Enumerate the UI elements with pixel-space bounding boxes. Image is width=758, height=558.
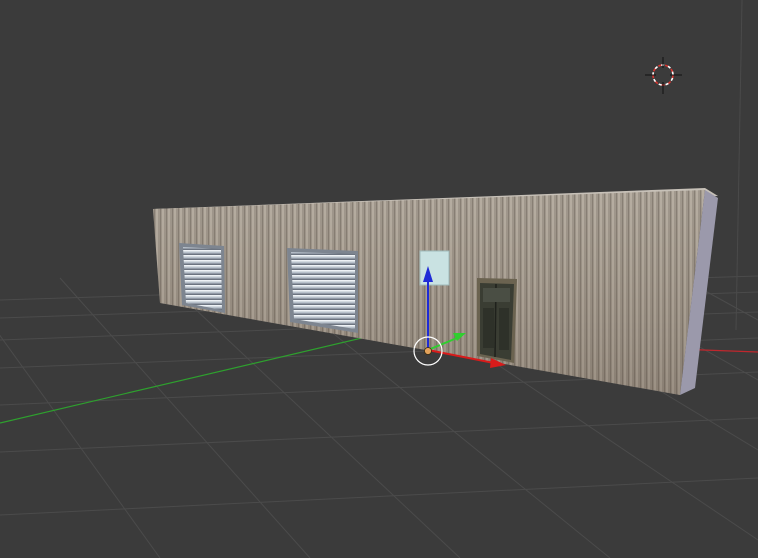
3d-viewport[interactable] (0, 0, 758, 558)
warehouse-building[interactable] (153, 188, 718, 395)
object-origin-dot (424, 347, 432, 355)
3d-cursor-icon[interactable] (645, 57, 682, 94)
world-z-axis-line (735, 0, 743, 331)
roll-up-door-right[interactable] (287, 248, 358, 333)
viewport-canvas[interactable] (0, 0, 758, 558)
entry-door[interactable] (477, 278, 517, 363)
roll-up-door-left[interactable] (179, 243, 225, 313)
